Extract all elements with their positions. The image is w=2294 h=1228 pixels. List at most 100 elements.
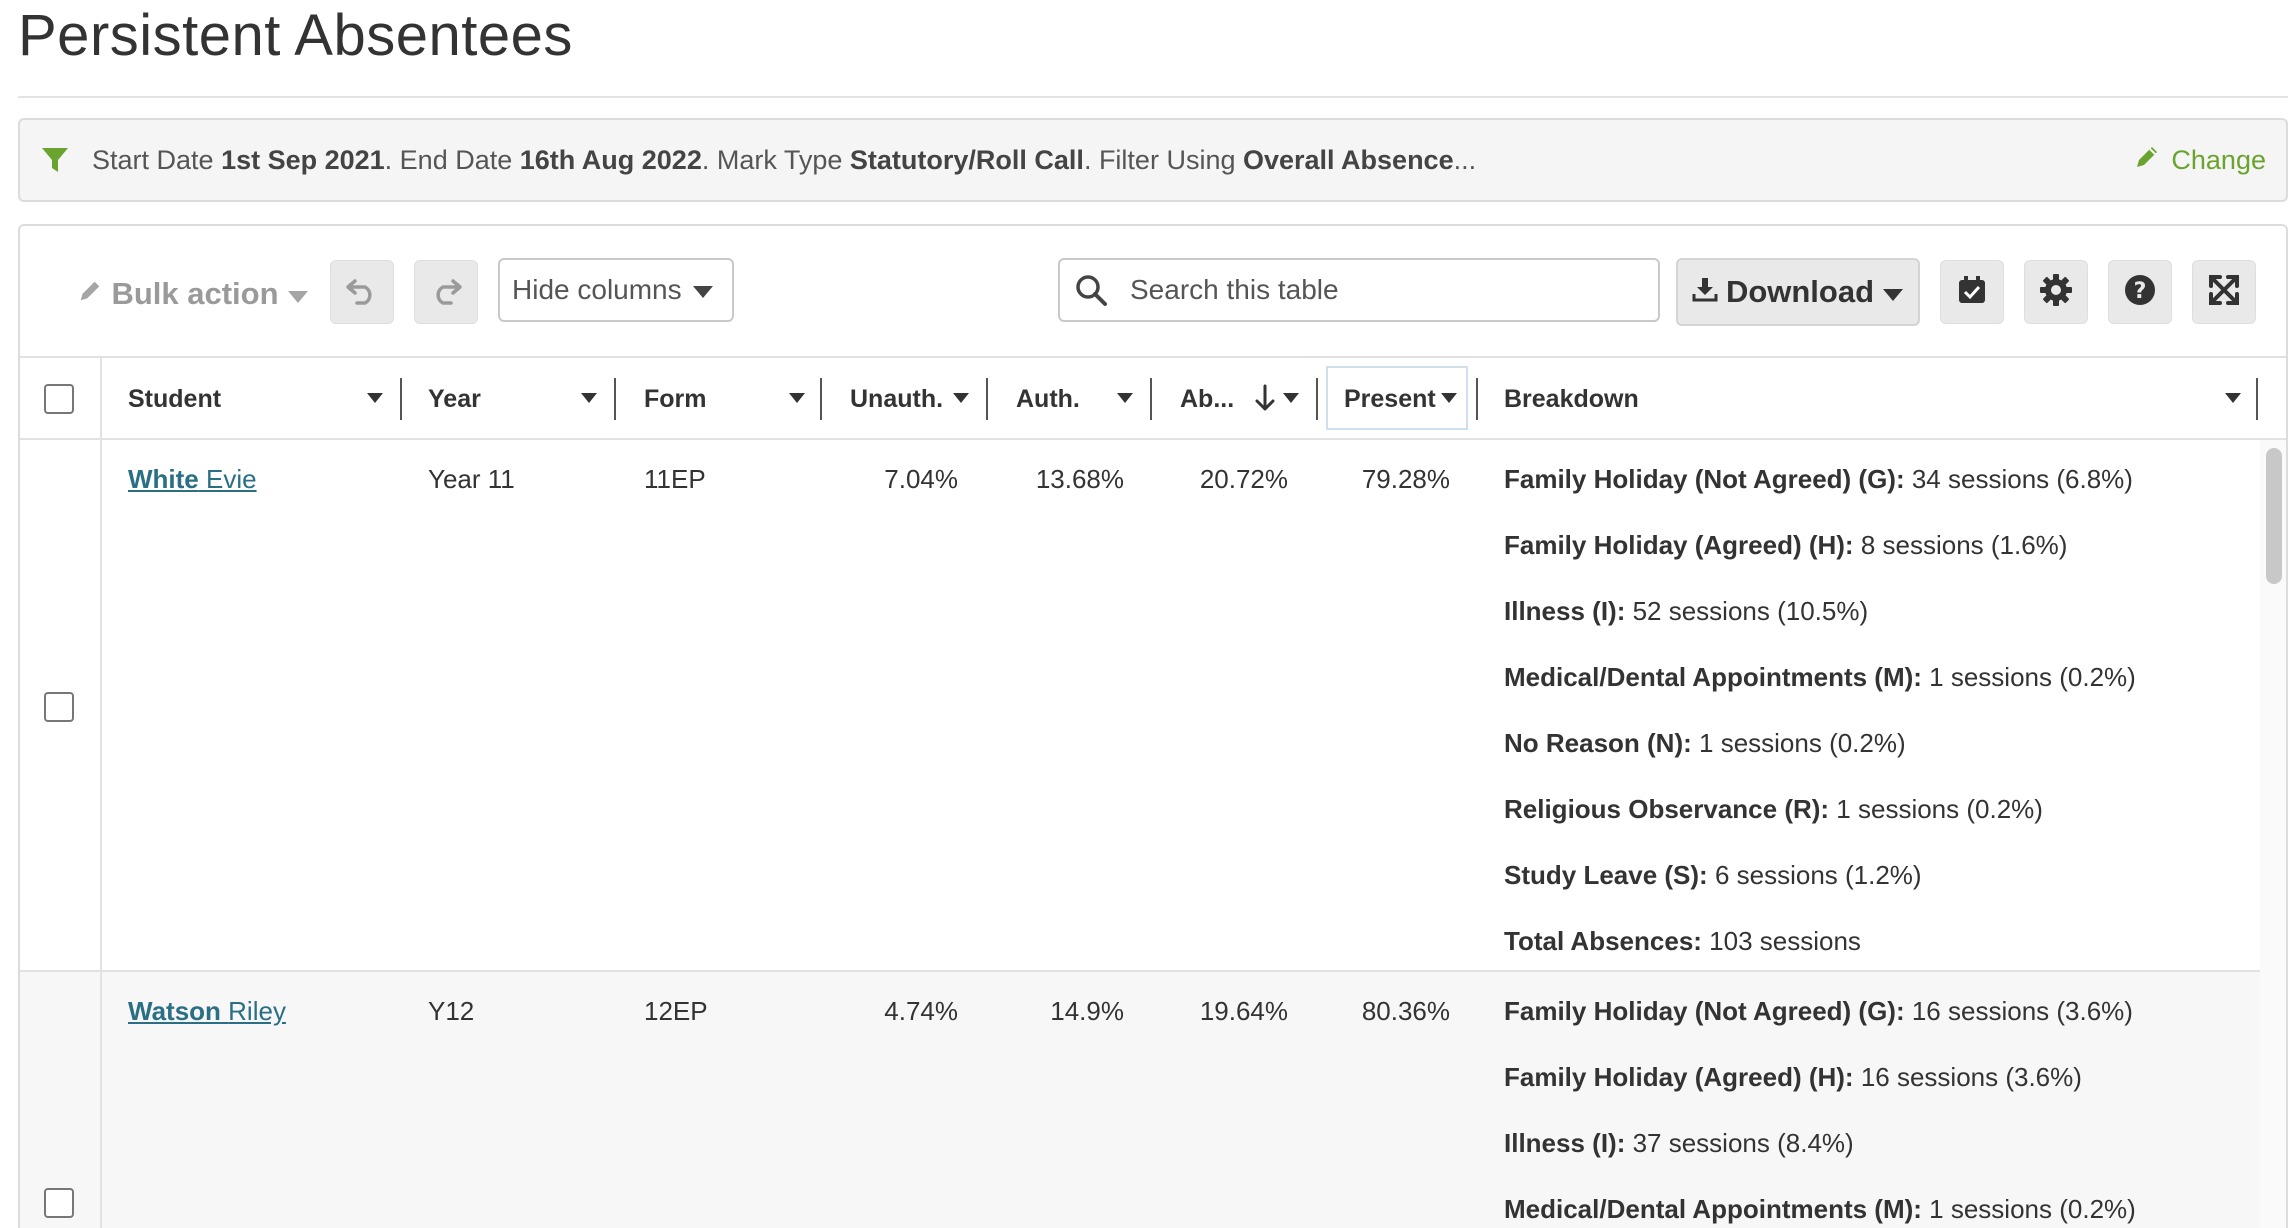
absent-cell: 19.64%	[1199, 996, 1288, 1026]
caret-down-icon[interactable]	[952, 392, 970, 404]
column-divider	[100, 358, 102, 440]
column-label: Year	[428, 384, 481, 413]
column-header-year[interactable]: Year	[428, 358, 481, 440]
caret-down-icon	[1882, 274, 1904, 310]
breakdown-value: 8 sessions (1.6%)	[1853, 530, 2068, 560]
column-resize-handle[interactable]	[1476, 378, 1478, 420]
column-label: Ab...	[1180, 384, 1235, 413]
column-resize-handle[interactable]	[1316, 378, 1318, 420]
caret-down-icon[interactable]	[2224, 392, 2242, 404]
column-resize-handle[interactable]	[400, 378, 402, 420]
student-link[interactable]: Watson Riley	[128, 996, 286, 1027]
present-cell: 79.28%	[1361, 464, 1450, 494]
column-divider	[100, 440, 102, 1228]
breakdown-label: Family Holiday (Agreed) (H):	[1504, 1062, 1854, 1092]
column-header-breakdown[interactable]: Breakdown	[1504, 358, 1639, 440]
table-row: Watson Riley Y12 12EP 4.74% 14.9% 19.64%…	[20, 972, 2260, 1228]
caret-down-icon[interactable]	[1440, 392, 1458, 404]
student-surname: White	[128, 464, 199, 494]
column-label: Student	[128, 384, 222, 413]
breakdown-line: Medical/Dental Appointments (M): 1 sessi…	[1504, 1194, 2136, 1225]
caret-down-icon	[287, 276, 309, 312]
row-select-checkbox[interactable]	[44, 1188, 74, 1218]
filter-value: 1st Sep 2021	[221, 144, 385, 175]
breakdown-value: 1 sessions (0.2%)	[1921, 662, 2136, 692]
breakdown-line: No Reason (N): 1 sessions (0.2%)	[1504, 728, 1906, 759]
breakdown-label: Religious Observance (R):	[1504, 794, 1830, 824]
download-icon	[1692, 274, 1718, 310]
breakdown-value: 52 sessions (10.5%)	[1625, 596, 1869, 626]
caret-down-icon[interactable]	[1116, 392, 1134, 404]
breakdown-value: 16 sessions (3.6%)	[1904, 996, 2133, 1026]
bulk-action-button[interactable]: Bulk action	[68, 262, 318, 326]
filter-summary-bar: Start Date 1st Sep 2021. End Date 16th A…	[18, 118, 2288, 202]
year-cell: Y12	[428, 996, 475, 1026]
breakdown-line: Family Holiday (Agreed) (H): 8 sessions …	[1504, 530, 2067, 561]
table-row: White Evie Year 11 11EP 7.04% 13.68% 20.…	[20, 440, 2260, 972]
sort-descending-icon[interactable]	[1254, 384, 1276, 412]
year-cell: Year 11	[428, 464, 515, 494]
column-header-auth[interactable]: Auth.	[1016, 358, 1080, 440]
breakdown-value: 34 sessions (6.8%)	[1904, 464, 2133, 494]
breakdown-label: No Reason (N):	[1504, 728, 1692, 758]
filter-text-segment: . Mark Type	[701, 144, 850, 175]
breakdown-label: Total Absences:	[1504, 926, 1702, 956]
auth-cell: 13.68%	[1035, 464, 1124, 494]
column-resize-handle[interactable]	[2256, 378, 2258, 420]
mark-register-button[interactable]	[1940, 260, 2004, 324]
checkbox[interactable]	[44, 692, 74, 722]
hide-columns-select[interactable]: Hide columns	[498, 258, 734, 322]
caret-down-icon	[692, 274, 714, 306]
undo-button[interactable]	[330, 260, 394, 324]
column-resize-handle[interactable]	[1150, 378, 1152, 420]
fullscreen-button[interactable]	[2192, 260, 2256, 324]
breakdown-label: Family Holiday (Agreed) (H):	[1504, 530, 1854, 560]
breakdown-label: Illness (I):	[1504, 596, 1626, 626]
unauth-cell: 4.74%	[884, 996, 958, 1026]
download-label: Download	[1725, 274, 1875, 309]
select-all-checkbox[interactable]	[44, 358, 74, 440]
breakdown-value: 1 sessions (0.2%)	[1829, 794, 2043, 824]
search-input[interactable]: Search this table	[1058, 258, 1660, 322]
checkbox[interactable]	[44, 384, 74, 414]
caret-down-icon[interactable]	[1282, 392, 1300, 404]
column-label: Unauth.	[850, 384, 944, 413]
column-header-absent[interactable]: Ab...	[1180, 358, 1234, 440]
redo-icon	[429, 275, 463, 310]
column-header-student[interactable]: Student	[128, 358, 221, 440]
filter-value: Statutory/Roll Call	[849, 144, 1084, 175]
gear-icon	[2039, 273, 2073, 312]
student-link[interactable]: White Evie	[128, 464, 257, 495]
column-resize-handle[interactable]	[614, 378, 616, 420]
help-button[interactable]: ?	[2108, 260, 2172, 324]
redo-button[interactable]	[414, 260, 478, 324]
student-surname: Watson	[128, 996, 221, 1026]
filter-text-segment: Start Date	[92, 144, 222, 175]
row-select-checkbox[interactable]	[44, 692, 74, 722]
breakdown-line: Family Holiday (Not Agreed) (G): 16 sess…	[1504, 996, 2133, 1027]
checkbox[interactable]	[44, 1188, 74, 1218]
breakdown-label: Family Holiday (Not Agreed) (G):	[1504, 996, 1905, 1026]
breakdown-value: 6 sessions (1.2%)	[1707, 860, 1922, 890]
caret-down-icon[interactable]	[366, 392, 384, 404]
breakdown-label: Family Holiday (Not Agreed) (G):	[1504, 464, 1905, 494]
column-label: Form	[644, 384, 707, 413]
settings-button[interactable]	[2024, 260, 2088, 324]
column-resize-handle[interactable]	[986, 378, 988, 420]
change-filter-link[interactable]: Change	[2133, 143, 2266, 178]
unauth-cell: 7.04%	[884, 464, 958, 494]
search-placeholder: Search this table	[1130, 274, 1339, 305]
caret-down-icon[interactable]	[580, 392, 598, 404]
column-header-unauth[interactable]: Unauth.	[850, 358, 943, 440]
column-resize-handle[interactable]	[820, 378, 822, 420]
filter-text-segment: . End Date	[384, 144, 520, 175]
column-label: Auth.	[1016, 384, 1080, 413]
breakdown-line: Religious Observance (R): 1 sessions (0.…	[1504, 794, 2043, 825]
caret-down-icon[interactable]	[788, 392, 806, 404]
column-header-present[interactable]: Present	[1344, 358, 1436, 440]
column-header-form[interactable]: Form	[644, 358, 707, 440]
scrollbar-thumb[interactable]	[2266, 448, 2282, 584]
download-button[interactable]: Download	[1676, 258, 1920, 326]
breakdown-label: Study Leave (S):	[1504, 860, 1708, 890]
breakdown-label: Medical/Dental Appointments (M):	[1504, 1194, 1922, 1224]
